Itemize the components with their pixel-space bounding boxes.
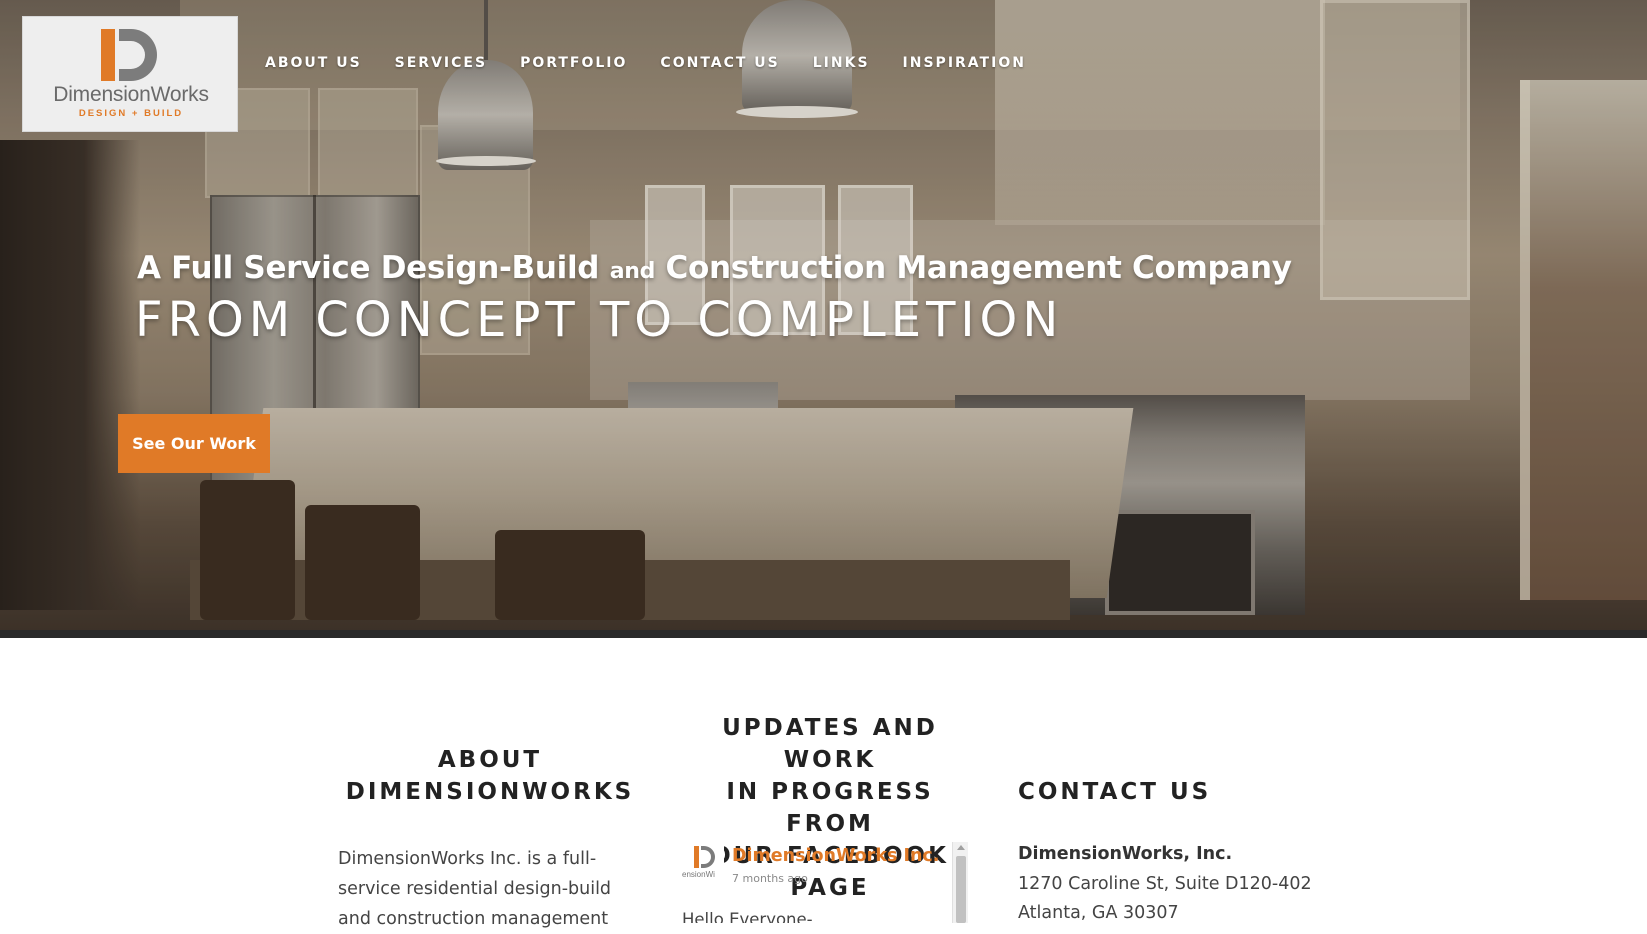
facebook-post-text: Hello Everyone- [682,910,813,923]
hero-headline-part1: A Full Service Design-Build [137,250,610,286]
main-nav: ABOUT US SERVICES PORTFOLIO CONTACT US L… [265,55,1059,71]
nav-portfolio[interactable]: PORTFOLIO [520,55,627,71]
facebook-avatar-bowl [701,846,715,868]
facebook-heading-line2: IN PROGRESS FROM [726,779,934,837]
contact-company: DimensionWorks, Inc. [1018,844,1233,864]
hero-bottom-strip [0,630,1647,638]
facebook-feed-scrollbar[interactable] [952,842,968,923]
about-heading-line1: ABOUT [437,747,543,773]
site-logo[interactable]: DimensionWorks DESIGN + BUILD [22,16,238,132]
logo-bar [101,29,115,81]
contact-address-line2: Atlanta, GA 30307 [1018,903,1179,923]
logo-bowl [119,29,157,81]
nav-inspiration[interactable]: INSPIRATION [903,55,1026,71]
hero-headline-and: and [609,259,656,284]
logo-tagline: DESIGN + BUILD [78,108,184,119]
about-heading: ABOUT DIMENSIONWORKS [340,744,640,808]
scroll-up-arrow-icon[interactable] [957,845,965,850]
hero-subline: FROM CONCEPT TO COMPLETION [135,292,1064,348]
nav-services[interactable]: SERVICES [395,55,487,71]
about-text: DimensionWorks Inc. is a full-service re… [338,849,612,929]
hero-headline: A Full Service Design-Build and Construc… [137,250,1292,286]
see-our-work-button[interactable]: See Our Work [118,414,270,473]
nav-about-us[interactable]: ABOUT US [265,55,362,71]
facebook-heading-line1: UPDATES AND WORK [722,715,938,773]
contact-address-line1: 1270 Caroline St, Suite D120-402 [1018,874,1312,894]
logo-d-icon [101,29,157,81]
nav-links[interactable]: LINKS [813,55,870,71]
about-heading-line2: DIMENSIONWORKS [345,779,635,805]
scrollbar-thumb[interactable] [956,856,966,923]
facebook-avatar-bar [694,846,699,868]
facebook-post-time[interactable]: 7 months ago [732,872,808,885]
contact-heading: CONTACT US [1018,779,1212,805]
nav-contact-us[interactable]: CONTACT US [660,55,779,71]
facebook-feed[interactable]: ensionWi DimensionWorks Inc. 7 months ag… [680,842,970,923]
hero-headline-part2: Construction Management Company [655,250,1292,286]
facebook-avatar-text: ensionWi [682,870,715,879]
facebook-page-name[interactable]: DimensionWorks Inc. [732,846,939,866]
facebook-avatar-logo-icon [694,846,715,868]
facebook-avatar[interactable]: ensionWi [682,844,724,886]
logo-name: DimensionWorks [53,83,209,106]
